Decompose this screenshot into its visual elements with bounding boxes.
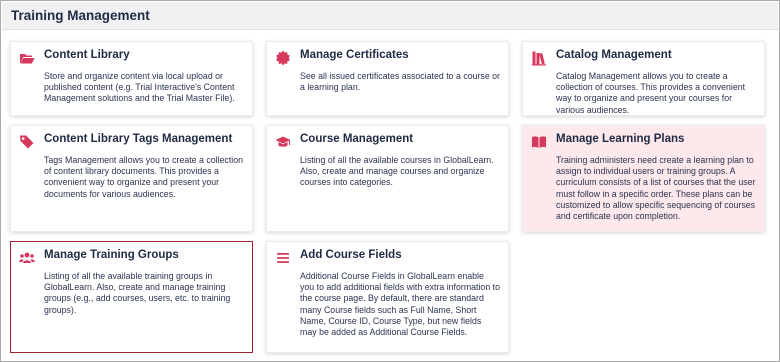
card-title: Manage Training Groups (44, 249, 179, 261)
list-lines-icon (274, 249, 292, 267)
content-library-card[interactable]: Content Library Store and organize conte… (10, 41, 253, 116)
open-book-icon (530, 133, 548, 151)
card-description: Training administers need create a learn… (556, 155, 756, 222)
card-description: Listing of all the available courses in … (300, 155, 494, 188)
card-title: Course Management (300, 133, 414, 145)
graduation-cap-icon (274, 133, 292, 151)
catalog-management-card[interactable]: Catalog Management Catalog Management al… (522, 41, 765, 116)
card-title: Content Library (44, 49, 130, 61)
certificate-seal-icon (274, 49, 292, 67)
content-library-tags-management-card[interactable]: Content Library Tags Management Tags Man… (10, 125, 253, 232)
folder-open-icon (18, 49, 36, 67)
card-description: Additional Course Fields in GlobalLearn … (300, 271, 501, 338)
page-header: Training Management (2, 2, 778, 30)
books-icon (530, 49, 548, 67)
page-title: Training Management (11, 8, 150, 23)
card-description: Catalog Management allows you to create … (556, 71, 746, 115)
card-description: See all issued certificates associated t… (300, 71, 500, 93)
card-description: Tags Management allows you to create a c… (44, 155, 244, 199)
card-title: Manage Certificates (300, 49, 409, 61)
card-title: Catalog Management (556, 49, 672, 61)
manage-learning-plans-card[interactable]: Manage Learning Plans Training administe… (522, 125, 765, 232)
manage-certificates-card[interactable]: Manage Certificates See all issued certi… (266, 41, 509, 116)
card-description: Store and organize content via local upl… (44, 71, 235, 104)
card-title: Add Course Fields (300, 249, 402, 261)
card-description: Listing of all the available training gr… (44, 271, 231, 315)
training-management-panel: Training Management Content Library Stor… (0, 0, 780, 362)
card-title: Content Library Tags Management (44, 133, 233, 145)
add-course-fields-card[interactable]: Add Course Fields Additional Course Fiel… (266, 241, 509, 353)
course-management-card[interactable]: Course Management Listing of all the ava… (266, 125, 509, 232)
tags-icon (18, 133, 36, 151)
manage-training-groups-card[interactable]: Manage Training Groups Listing of all th… (10, 241, 253, 353)
users-group-icon (18, 249, 36, 267)
card-title: Manage Learning Plans (556, 133, 685, 145)
